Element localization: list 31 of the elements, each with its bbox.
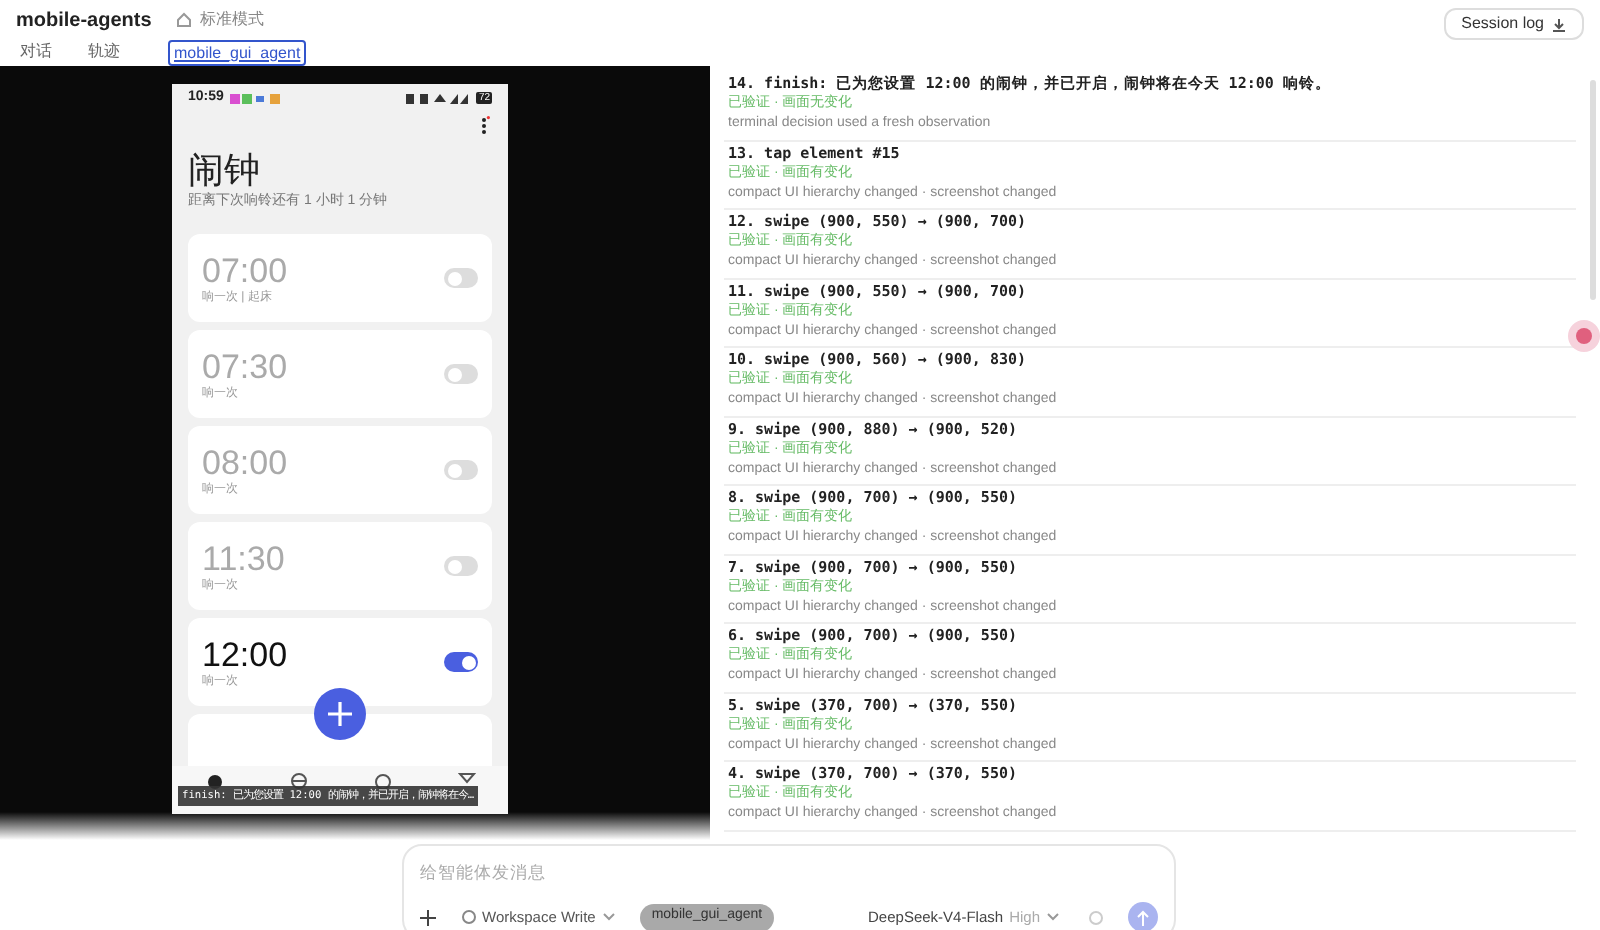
app-title: mobile-agents	[16, 7, 152, 35]
tab[interactable]: mobile_gui_agent	[168, 39, 307, 65]
floating-assistant-icon[interactable]	[1568, 320, 1600, 352]
toggle-switch[interactable]	[444, 652, 478, 672]
toggle-switch[interactable]	[444, 556, 478, 576]
download-icon	[1552, 17, 1566, 31]
alarm-time: 07:30	[202, 347, 288, 385]
alarm-time: 12:00	[202, 635, 288, 673]
plus-icon	[328, 702, 352, 726]
tab[interactable]: 对话	[16, 39, 56, 65]
chevron-down-icon	[601, 912, 616, 922]
loading-icon	[1088, 909, 1104, 925]
screen-title: 闹钟	[186, 148, 262, 192]
alarm-time: 08:00	[202, 443, 288, 481]
toggle-switch[interactable]	[444, 364, 478, 384]
notification-icons	[229, 93, 282, 103]
globe-icon[interactable]	[289, 772, 307, 790]
toggle-switch[interactable]	[444, 268, 478, 288]
message-input[interactable]: 给智能体发消息	[420, 858, 1158, 886]
chevron-down-icon	[1046, 912, 1060, 922]
session-log-button[interactable]: Session log	[1443, 8, 1584, 40]
home-icon	[175, 12, 192, 28]
toggle-switch[interactable]	[444, 460, 478, 480]
tab[interactable]: 轨迹	[84, 39, 124, 65]
alarm-time: 11:30	[202, 539, 285, 577]
mode-label: 标准模式	[199, 8, 264, 32]
arrow-up-icon	[1136, 909, 1150, 925]
more-icon	[480, 116, 490, 136]
signal-icons	[406, 93, 471, 103]
plus-icon[interactable]	[420, 909, 436, 925]
alarm-time: 07:00	[202, 251, 288, 289]
